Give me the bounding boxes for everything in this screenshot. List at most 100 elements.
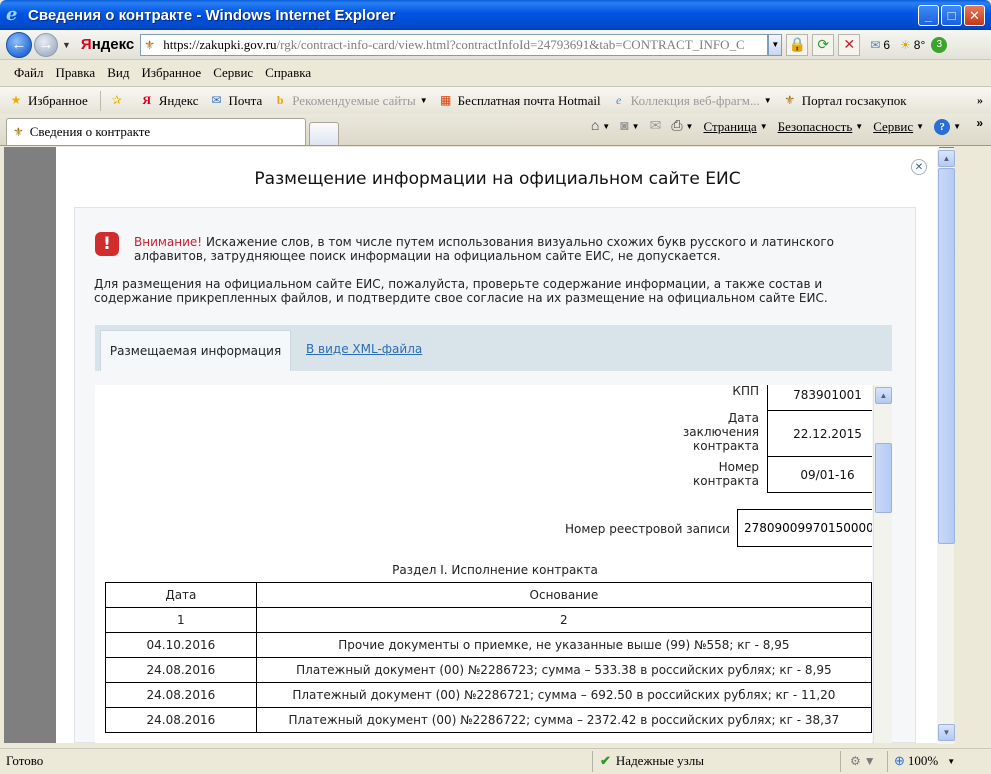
page-scroll-up-button[interactable]: ▲: [938, 150, 955, 167]
magnifier-icon: ⊕: [894, 753, 905, 768]
home-icon: ⌂: [590, 118, 600, 134]
more-chevron-icon[interactable]: »: [977, 93, 983, 108]
bing-icon: b: [276, 93, 284, 107]
contract-number-label: Номер контракта: [693, 460, 759, 488]
tools-menu[interactable]: Сервис ▼: [873, 119, 924, 135]
back-button[interactable]: ←: [6, 31, 32, 58]
status-divider: [840, 751, 841, 772]
menu-favorites[interactable]: Избранное: [141, 65, 201, 81]
print-button[interactable]: ⎙ ▼: [671, 119, 693, 135]
security-lock-button[interactable]: 🔒: [786, 33, 809, 56]
command-more-chevron-icon[interactable]: »: [976, 116, 983, 130]
chevron-down-icon: ▼: [759, 122, 768, 131]
help-icon: ?: [934, 118, 951, 135]
tab-contract-info[interactable]: ⚜ Сведения о контракте: [6, 118, 306, 145]
url-input[interactable]: ⚜ https://zakupki.gov.ru/rgk/contract-in…: [140, 33, 769, 56]
window-title: Сведения о контракте - Windows Internet …: [28, 6, 396, 24]
stop-button[interactable]: ✕: [838, 33, 861, 56]
fav-item-label: Портал госзакупок: [801, 92, 907, 108]
menu-view[interactable]: Вид: [107, 65, 129, 81]
fav-item-label: Бесплатная почта Hotmail: [457, 92, 601, 108]
row-date: 24.08.2016: [105, 707, 257, 733]
favorites-button[interactable]: ★ Избранное: [8, 93, 88, 109]
chevron-down-icon: ▼: [419, 96, 428, 105]
tab-title: Сведения о контракте: [29, 124, 151, 139]
protected-mode-icon[interactable]: ⚙ ▼: [850, 754, 876, 769]
modal-close-button[interactable]: ✕: [911, 159, 927, 175]
minimize-button[interactable]: _: [918, 5, 939, 26]
menu-edit[interactable]: Правка: [56, 65, 96, 81]
refresh-button[interactable]: ⟳: [812, 33, 835, 56]
fav-item-suggested-sites[interactable]: b Рекомендуемые сайты ▼: [272, 93, 428, 109]
fav-item-goszakupki[interactable]: ⚜ Портал госзакупок: [782, 92, 907, 109]
chevron-down-icon: ▼: [685, 122, 694, 131]
row-date: 24.08.2016: [105, 682, 257, 708]
crest-icon: ⚜: [144, 37, 156, 52]
scroll-thumb[interactable]: [875, 443, 892, 513]
zoom-control[interactable]: ⊕ 100% ▼: [894, 753, 955, 769]
scroll-up-button[interactable]: ▲: [875, 387, 892, 404]
header-basis: Основание: [255, 582, 872, 608]
page-scrollbar[interactable]: ▲ ▼: [937, 148, 955, 744]
window-title-bar: e Сведения о контракте - Windows Interne…: [0, 0, 991, 30]
status-divider: [887, 751, 888, 772]
tab-published-info[interactable]: Размещаемая информация: [100, 330, 291, 371]
history-dropdown-icon[interactable]: ▼: [62, 40, 71, 50]
menu-help[interactable]: Справка: [265, 65, 311, 81]
envelope-icon: ✉: [649, 119, 662, 134]
kpp-value: 783901001: [767, 385, 872, 411]
fav-item-web-slices[interactable]: e Коллекция веб-фрагм... ▼: [611, 93, 772, 109]
weather-icon: ☀: [900, 37, 911, 52]
close-window-button[interactable]: ✕: [964, 5, 985, 26]
modal-panel: ! Внимание! Искажение слов, в том числе …: [74, 207, 916, 743]
command-bar: ⌂ ▼ ◙ ▼ ✉ ⎙ ▼ Страница ▼ Безопасность ▼ Серви…: [591, 118, 961, 135]
feeds-button[interactable]: ◙ ▼: [620, 119, 639, 135]
page-viewport: Размещение информации на официальном сай…: [4, 147, 954, 743]
row-basis: Платежный документ (00) №2286723; сумма …: [255, 657, 872, 683]
fav-item-yandex[interactable]: Я Яндекс: [139, 93, 198, 109]
favorites-bar: ★ Избранное ✰ Я Яндекс ✉ Почта b Рекомен…: [0, 86, 991, 114]
table-index-row: 1 2: [105, 607, 872, 633]
menu-tools[interactable]: Сервис: [213, 65, 253, 81]
chevron-down-icon: ▼: [916, 122, 925, 131]
warning-text: Искажение слов, в том числе путем исполь…: [134, 235, 834, 263]
forward-button[interactable]: →: [34, 32, 58, 57]
menu-file[interactable]: Файл: [14, 65, 44, 81]
chevron-down-icon: ▼: [855, 122, 864, 131]
document-scrollbar[interactable]: ▲: [873, 385, 892, 743]
url-host: https://zakupki.gov.ru: [163, 36, 277, 52]
page-scroll-down-button[interactable]: ▼: [938, 724, 955, 741]
security-zone[interactable]: ✔ Надежные узлы: [600, 753, 704, 769]
add-favorite-button[interactable]: ✰: [109, 93, 129, 109]
row-basis: Платежный документ (00) №2286722; сумма …: [255, 707, 872, 733]
registry-value: 2780900997015000003: [737, 509, 872, 547]
maximize-button[interactable]: □: [941, 5, 962, 26]
yandex-initial: Я: [80, 36, 92, 53]
new-tab-button[interactable]: [309, 122, 339, 145]
row-basis: Прочие документы о приемке, не указанные…: [255, 632, 872, 658]
safety-menu[interactable]: Безопасность ▼: [778, 119, 864, 135]
content-tabs: Размещаемая информация В виде XML-файла: [95, 325, 892, 371]
menu-bar: Файл Правка Вид Избранное Сервис Справка: [0, 61, 991, 84]
read-mail-button[interactable]: ✉: [650, 118, 662, 135]
notification-badge[interactable]: 3: [931, 36, 948, 53]
warning-message: Внимание! Искажение слов, в том числе пу…: [134, 235, 904, 263]
page-scroll-thumb[interactable]: [938, 168, 955, 544]
fav-item-hotmail[interactable]: ▦ Бесплатная почта Hotmail: [438, 93, 601, 109]
fav-item-mail[interactable]: ✉ Почта: [209, 93, 263, 109]
arrow-right-icon: →: [38, 36, 54, 53]
help-button[interactable]: ? ▼: [934, 118, 961, 135]
url-dropdown-button[interactable]: ▼: [768, 33, 783, 56]
section-title: Раздел I. Исполнение контракта: [392, 563, 598, 577]
checkmark-icon: ✔: [600, 753, 611, 768]
home-button[interactable]: ⌂ ▼: [591, 119, 610, 135]
temperature: 8°: [913, 37, 926, 52]
table-row: 24.08.2016 Платежный документ (00) №2286…: [105, 707, 872, 733]
index-cell: 1: [105, 607, 257, 633]
chevron-up-icon: ▲: [879, 391, 888, 400]
mail-widget[interactable]: ✉ 6: [870, 38, 890, 52]
tab-xml-file[interactable]: В виде XML-файла: [306, 342, 422, 356]
page-menu[interactable]: Страница ▼: [703, 119, 767, 135]
weather-widget[interactable]: ☀ 8°: [900, 38, 925, 52]
chevron-down-icon: ▼: [942, 728, 951, 737]
